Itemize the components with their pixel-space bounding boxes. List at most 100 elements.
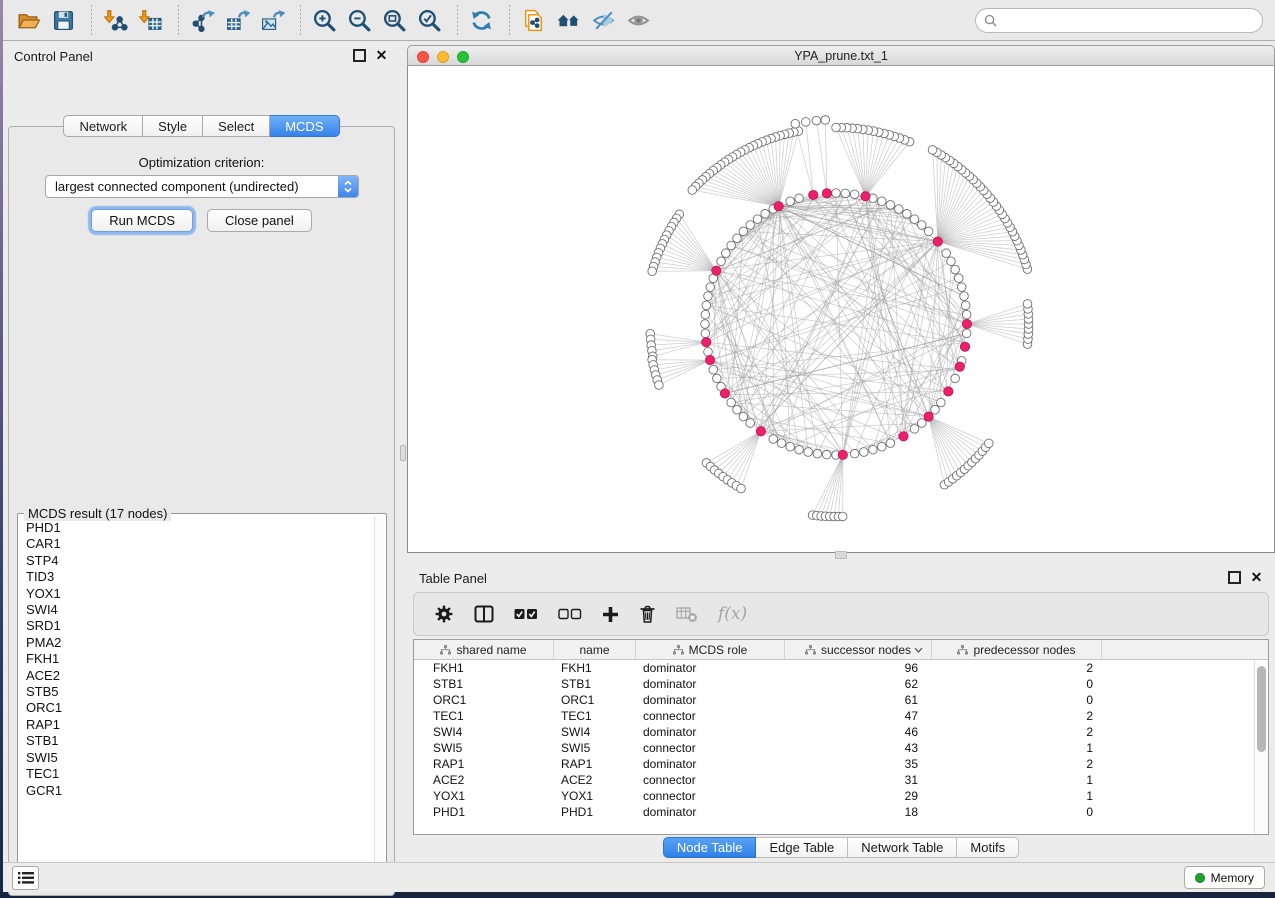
result-list-item[interactable]: YOX1 [20, 586, 373, 602]
result-list-scrollbar[interactable] [374, 516, 384, 877]
graph-node[interactable] [962, 310, 971, 319]
graph-hub-node[interactable] [809, 190, 818, 199]
vertical-splitter[interactable] [400, 41, 407, 862]
graph-hub-node[interactable] [955, 362, 964, 371]
graph-node[interactable] [739, 227, 748, 236]
float-panel-icon[interactable] [1228, 571, 1241, 584]
result-list-item[interactable]: TEC1 [20, 766, 373, 782]
table-row[interactable]: YOX1YOX1connector291 [414, 788, 1268, 804]
graph-hub-node[interactable] [705, 356, 714, 365]
select-all-icon[interactable] [514, 608, 538, 620]
graph-node[interactable] [903, 209, 912, 218]
graph-node[interactable] [869, 445, 878, 454]
tab-mcds[interactable]: MCDS [270, 115, 339, 137]
result-list-item[interactable]: STB1 [20, 733, 373, 749]
column-header-successor-nodes[interactable]: successor nodes [784, 640, 931, 659]
zoom-in-icon[interactable] [309, 5, 339, 35]
table-row[interactable]: FKH1FKH1dominator962 [414, 660, 1268, 676]
hide-selected-icon[interactable] [588, 5, 618, 35]
graph-leaf-node[interactable] [688, 186, 697, 195]
graph-hub-node[interactable] [720, 389, 729, 398]
save-session-icon[interactable] [48, 5, 78, 35]
graph-leaf-node[interactable] [791, 119, 800, 128]
result-list-item[interactable]: FKH1 [20, 651, 373, 667]
table-row[interactable]: SWI4SWI4dominator462 [414, 724, 1268, 740]
result-list-item[interactable]: GCR1 [20, 783, 373, 799]
table-scrollbar[interactable] [1254, 660, 1268, 834]
graph-hub-node[interactable] [960, 342, 969, 351]
table-settings-icon[interactable] [434, 604, 454, 624]
graph-node[interactable] [960, 292, 969, 301]
graph-node[interactable] [746, 419, 755, 428]
graph-leaf-node[interactable] [648, 267, 657, 276]
graph-leaf-node[interactable] [801, 118, 810, 127]
graph-node[interactable] [717, 257, 726, 266]
graph-node[interactable] [727, 398, 736, 407]
result-list-item[interactable]: CAR1 [20, 536, 373, 552]
graph-hub-node[interactable] [962, 319, 971, 328]
refresh-layout-icon[interactable] [466, 5, 496, 35]
graph-node[interactable] [894, 205, 903, 214]
clone-network-icon[interactable] [518, 5, 548, 35]
tab-edge-table[interactable]: Edge Table [756, 837, 848, 858]
graph-hub-node[interactable] [838, 450, 847, 459]
graph-node[interactable] [910, 425, 919, 434]
graph-leaf-node[interactable] [838, 512, 847, 521]
graph-node[interactable] [942, 249, 951, 258]
column-header-predecessor-nodes[interactable]: predecessor nodes [931, 640, 1101, 659]
graph-node[interactable] [947, 257, 956, 266]
add-column-icon[interactable] [602, 606, 619, 623]
show-all-nodes-icon[interactable] [553, 5, 583, 35]
graph-node[interactable] [917, 221, 926, 230]
graph-leaf-node[interactable] [1023, 300, 1032, 309]
graph-node[interactable] [850, 190, 859, 199]
graph-node[interactable] [954, 274, 963, 283]
table-row[interactable]: ORC1ORC1dominator610 [414, 692, 1268, 708]
tab-node-table[interactable]: Node Table [663, 837, 757, 858]
graph-node[interactable] [704, 292, 713, 301]
graph-node[interactable] [733, 234, 742, 243]
graph-node[interactable] [886, 201, 895, 210]
table-row[interactable]: ACE2ACE2connector311 [414, 772, 1268, 788]
graph-node[interactable] [886, 439, 895, 448]
optimization-criterion-select[interactable]: largest connected component (undirected) [45, 175, 359, 198]
import-network-icon[interactable] [100, 5, 130, 35]
graph-node[interactable] [877, 197, 886, 206]
function-builder-icon[interactable]: f(x) [718, 604, 747, 624]
view-resize-grip[interactable] [835, 551, 847, 559]
table-row[interactable]: SWI5SWI5connector431 [414, 740, 1268, 756]
graph-node[interactable] [701, 310, 710, 319]
result-list-item[interactable]: ACE2 [20, 668, 373, 684]
graph-node[interactable] [706, 283, 715, 292]
graph-node[interactable] [702, 301, 711, 310]
graph-node[interactable] [777, 439, 786, 448]
graph-node[interactable] [961, 301, 970, 310]
graph-node[interactable] [701, 329, 710, 338]
graph-node[interactable] [795, 445, 804, 454]
graph-node[interactable] [924, 227, 933, 236]
zoom-selected-icon[interactable] [414, 5, 444, 35]
graph-node[interactable] [795, 194, 804, 203]
tab-network-table[interactable]: Network Table [848, 837, 957, 858]
graph-node[interactable] [704, 348, 713, 357]
graph-leaf-node[interactable] [812, 116, 821, 125]
graph-node[interactable] [931, 405, 940, 414]
graph-hub-node[interactable] [822, 189, 831, 198]
network-view-canvas[interactable] [407, 66, 1275, 553]
graph-leaf-node[interactable] [832, 123, 841, 132]
import-table-icon[interactable] [135, 5, 165, 35]
export-network-icon[interactable] [187, 5, 217, 35]
graph-node[interactable] [841, 189, 850, 198]
graph-node[interactable] [850, 449, 859, 458]
graph-node[interactable] [739, 412, 748, 421]
column-header-shared-name[interactable]: shared name [414, 640, 553, 659]
show-hidden-icon[interactable] [623, 5, 653, 35]
graph-leaf-node[interactable] [984, 439, 993, 448]
network-window-titlebar[interactable]: YPA_prune.txt_1 [407, 45, 1275, 66]
graph-node[interactable] [917, 419, 926, 428]
graph-hub-node[interactable] [944, 387, 953, 396]
table-row[interactable]: TEC1TEC1connector472 [414, 708, 1268, 724]
graph-node[interactable] [721, 249, 730, 258]
network-graph-svg[interactable] [408, 66, 1274, 551]
graph-hub-node[interactable] [924, 412, 933, 421]
